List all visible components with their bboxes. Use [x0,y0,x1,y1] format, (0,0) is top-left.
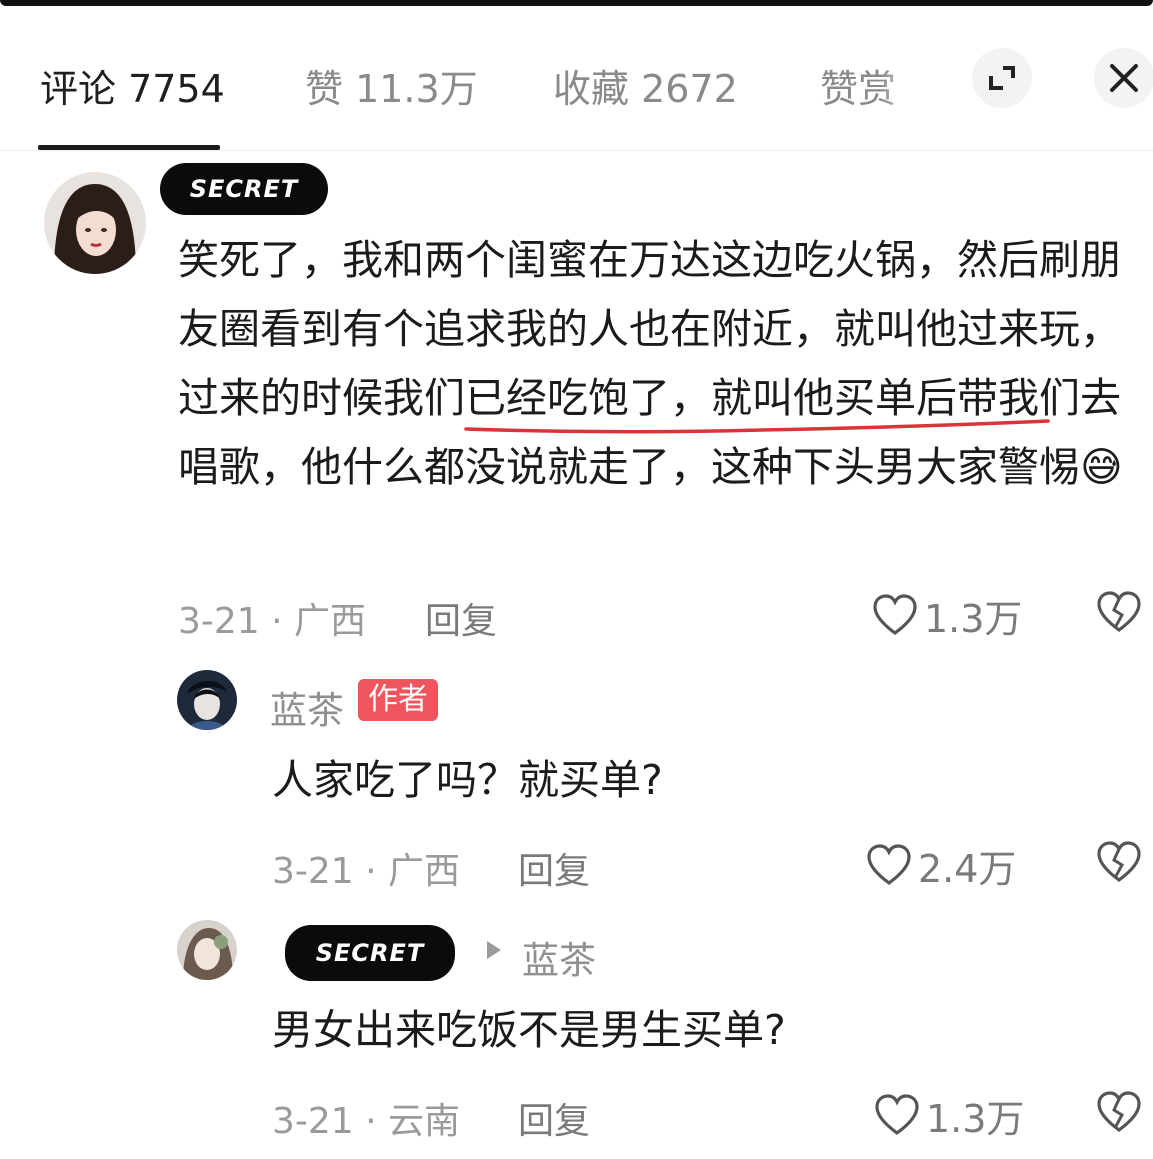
reply-to-name[interactable]: 蓝茶 [522,930,596,984]
broken-heart-icon [1097,841,1141,882]
like-button[interactable]: 2.4万 [866,838,1016,893]
dislike-button[interactable] [1096,590,1142,640]
avatar-image [44,172,146,274]
dislike-button[interactable] [1096,1090,1142,1140]
redacted-username: SECRET [160,163,328,215]
tab-divider [0,150,1153,151]
expand-icon [989,66,1015,90]
close-icon [1110,64,1138,92]
avatar[interactable] [177,920,237,980]
broken-heart-icon [1097,591,1141,632]
avatar-image [177,670,237,730]
window-top-edge [0,0,1153,6]
like-button[interactable]: 1.3万 [872,588,1022,643]
expand-button[interactable] [972,48,1032,108]
comment-text: 男女出来吃饭不是男生买单? [272,1006,786,1054]
comment-date-location: 3-21 · 广西 [272,851,461,892]
comment-body: 笑死了，我和两个闺蜜在万达这边吃火锅，然后刷朋友圈看到有个追求我的人也在附近，就… [178,236,1121,491]
tab-comments[interactable]: 评论 7754 [40,58,225,113]
close-button[interactable] [1094,48,1153,108]
reply-button[interactable]: 回复 [518,1092,590,1144]
heart-icon [867,843,911,885]
reply-button[interactable]: 回复 [518,842,590,894]
avatar[interactable] [44,172,146,274]
comment-date-location: 3-21 · 云南 [272,1101,461,1142]
comment-date-location: 3-21 · 广西 [178,601,367,642]
dislike-button[interactable] [1096,840,1142,890]
heart-icon [875,1093,919,1135]
like-count: 1.3万 [924,597,1023,641]
heart-icon [873,593,917,635]
tab-likes[interactable]: 赞 11.3万 [305,58,478,113]
emoji-icon: 😅 [1080,443,1123,491]
tab-favorites[interactable]: 收藏 2672 [553,58,738,113]
redacted-username: SECRET [285,925,455,981]
like-button[interactable]: 1.3万 [874,1088,1024,1143]
comment-text: 人家吃了吗？就买单? [272,756,663,804]
author-badge: 作者 [358,679,438,721]
reply-button[interactable]: 回复 [425,592,497,644]
broken-heart-icon [1097,1091,1141,1132]
like-count: 1.3万 [926,1097,1025,1141]
avatar-image [177,920,237,980]
author-name[interactable]: 蓝茶 [270,680,344,734]
like-count: 2.4万 [918,847,1017,891]
avatar[interactable] [177,670,237,730]
reply-arrow-icon [487,941,501,959]
red-underline-annotation [464,419,1050,434]
comment-text: 笑死了，我和两个闺蜜在万达这边吃火锅，然后刷朋友圈看到有个追求我的人也在附近，就… [178,226,1128,502]
tab-fade-overlay [880,50,950,110]
